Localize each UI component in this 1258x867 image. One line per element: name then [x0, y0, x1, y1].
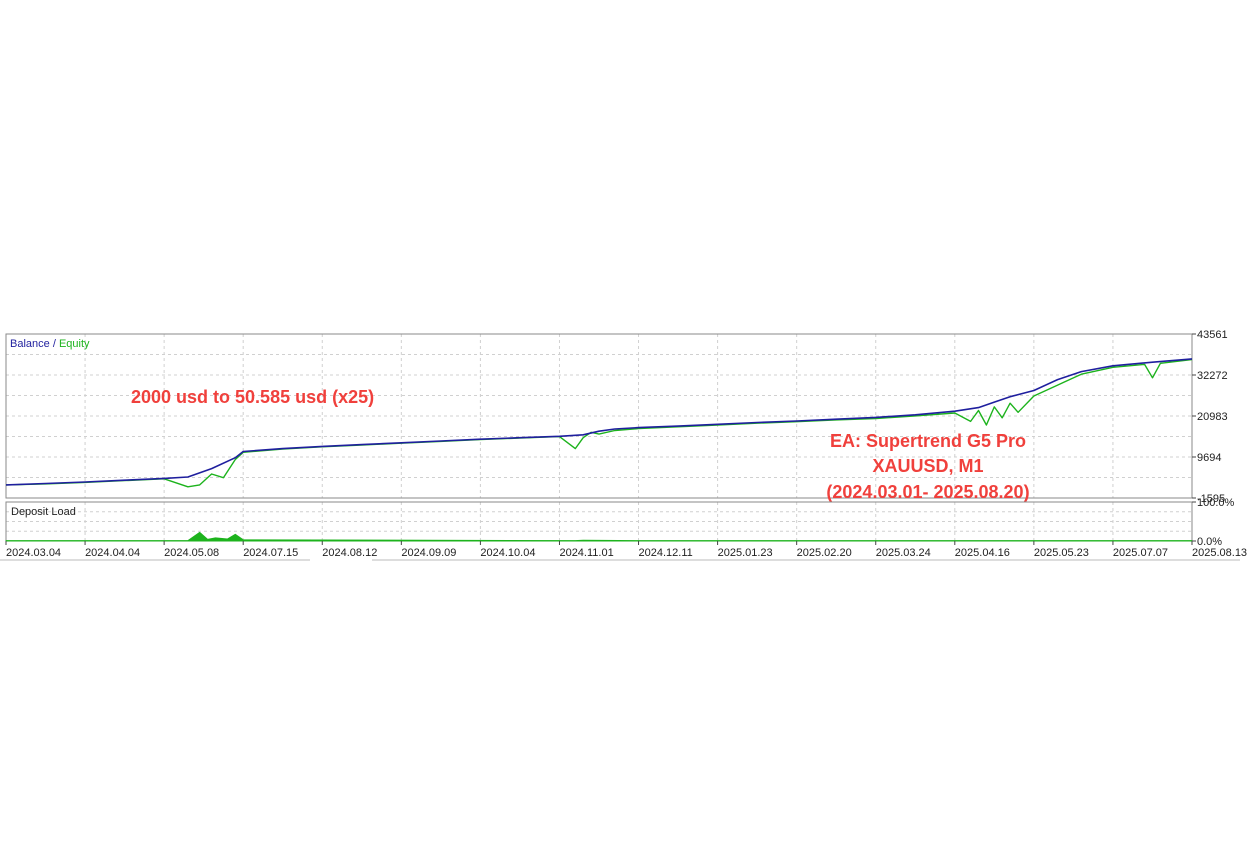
annotation-period: (2024.03.01- 2025.08.20)	[826, 482, 1029, 502]
x-tick-label: 2025.04.16	[955, 547, 1010, 559]
x-tick-label: 2024.10.04	[480, 547, 535, 559]
load-y-tick-label: 100.0%	[1197, 497, 1235, 509]
balance-equity-chart: 4356132272209839694-1595 Balance / Equit…	[0, 329, 1247, 561]
x-tick-label: 2024.05.08	[164, 547, 219, 559]
main-panel-series	[5, 358, 1193, 488]
legend-separator: /	[50, 338, 59, 350]
x-tick-label: 2024.08.12	[322, 547, 377, 559]
legend-equity: Equity	[59, 338, 90, 350]
x-tick-label: 2025.05.23	[1034, 547, 1089, 559]
deposit-load-y-ticks: 100.0%0.0%	[1192, 497, 1235, 548]
y-tick-label: 43561	[1197, 329, 1228, 341]
y-tick-label: 20983	[1197, 411, 1228, 423]
x-tick-label: 2024.07.15	[243, 547, 298, 559]
annotation-ea-name: EA: Supertrend G5 Pro	[830, 431, 1026, 451]
x-tick-label: 2024.11.01	[559, 547, 613, 559]
x-tick-label: 2025.03.24	[876, 547, 931, 559]
x-tick-label: 2024.04.04	[85, 547, 140, 559]
y-tick-label: 32272	[1197, 370, 1228, 382]
annotation-growth: 2000 usd to 50.585 usd (x25)	[131, 387, 374, 407]
x-tick-label: 2025.01.23	[718, 547, 773, 559]
x-axis-ticks: 2024.03.04 2024.04.04 2024.05.08 2024.07.15…	[0, 541, 1247, 561]
chart-container: 43561 32272 20983 9694 -1595 Balance / Equit…	[0, 0, 1258, 862]
chart-legend: Balance / Equity	[10, 338, 90, 350]
x-tick-label: 2025.07.07	[1113, 547, 1168, 559]
deposit-load-area	[5, 531, 1193, 542]
y-tick-label: 9694	[1197, 452, 1221, 464]
x-tick-label: 2024.12.11	[639, 547, 693, 559]
deposit-load-series	[5, 531, 1193, 542]
x-tick-label: 2024.03.04	[6, 547, 61, 559]
series-balance	[5, 358, 1193, 486]
deposit-load-grid	[5, 502, 1193, 541]
x-tick-label: 2025.08.13	[1192, 547, 1247, 559]
x-tick-label: 2025.02.20	[797, 547, 852, 559]
x-tick-label: 2024.09.09	[401, 547, 456, 559]
main-panel-y-ticks: 4356132272209839694-1595	[1192, 329, 1228, 505]
series-equity	[5, 358, 1193, 488]
legend-balance: Balance	[10, 338, 50, 350]
main-panel-grid	[5, 333, 1193, 499]
annotation-symbol: XAUUSD, M1	[872, 456, 983, 476]
deposit-load-title: Deposit Load	[11, 506, 76, 518]
